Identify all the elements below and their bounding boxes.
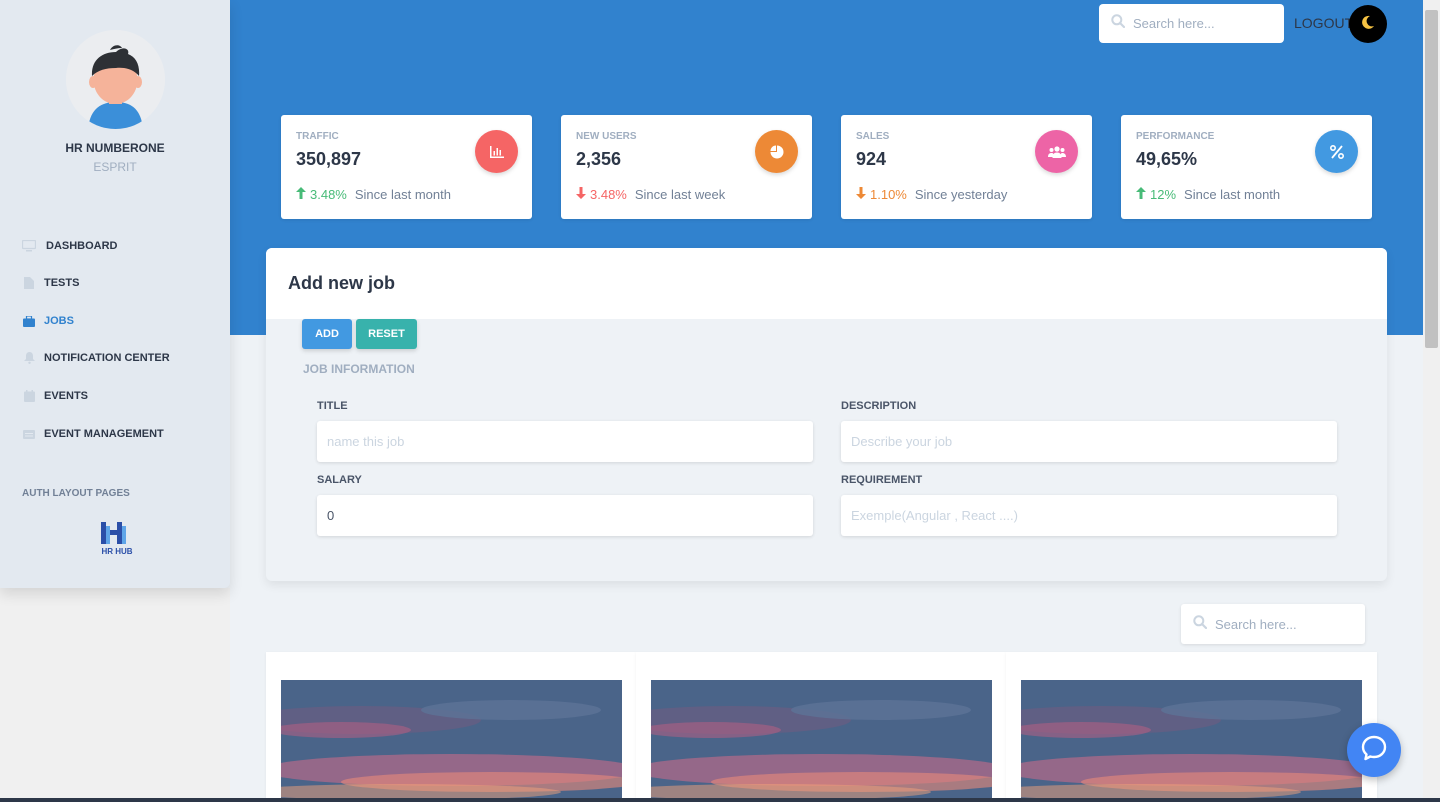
stat-label: NEW USERS <box>576 131 637 142</box>
stat-card-performance: PERFORMANCE 49,65% 12% Since last month <box>1121 115 1372 219</box>
add-job-form: Add new job ADD RESET JOB INFORMATION TI… <box>266 248 1387 581</box>
sidebar-item-dashboard[interactable]: DASHBOARD <box>22 239 118 253</box>
stat-label: TRAFFIC <box>296 131 339 142</box>
stat-since: Since last week <box>634 187 726 202</box>
salary-label: SALARY <box>317 474 362 486</box>
title-label: TITLE <box>317 400 348 412</box>
stat-card-sales: SALES 924 1.10% Since yesterday <box>841 115 1092 219</box>
stat-value: 49,65% <box>1136 149 1198 169</box>
description-input[interactable] <box>841 421 1337 462</box>
add-button[interactable]: ADD <box>302 319 352 349</box>
job-information-heading: JOB INFORMATION <box>303 362 415 376</box>
bell-icon <box>22 351 36 365</box>
moon-icon <box>1360 14 1376 35</box>
dark-mode-toggle[interactable] <box>1349 5 1387 43</box>
job-card[interactable] <box>266 652 637 802</box>
stat-change: 3.48% <box>590 187 627 202</box>
sidebar-item-events[interactable]: EVENTS <box>22 389 88 403</box>
stat-footer: 12% Since last month <box>1136 187 1280 202</box>
briefcase-icon <box>22 314 36 328</box>
stat-since: Since yesterday <box>914 187 1008 202</box>
arrow-down-icon <box>576 187 586 202</box>
sidebar-item-label: TESTS <box>44 277 80 289</box>
sidebar-item-notification-center[interactable]: NOTIFICATION CENTER <box>22 351 170 365</box>
sidebar-item-label: JOBS <box>44 315 74 327</box>
stat-value: 2,356 <box>576 149 622 169</box>
stat-footer: 3.48% Since last week <box>576 187 725 202</box>
job-card[interactable] <box>636 652 1007 802</box>
header-search-input[interactable] <box>1133 16 1263 31</box>
bottom-edge <box>0 798 1440 802</box>
requirement-input[interactable] <box>841 495 1337 536</box>
reset-button[interactable]: RESET <box>356 319 417 349</box>
sidebar-item-tests[interactable]: TESTS <box>22 276 79 290</box>
monitor-icon <box>22 239 36 253</box>
scrollbar-thumb[interactable] <box>1425 10 1438 348</box>
pie-chart-icon <box>755 130 798 173</box>
hr-hub-logo[interactable]: HR HUB <box>97 520 137 560</box>
stat-label: SALES <box>856 131 890 142</box>
search-icon <box>1111 14 1126 33</box>
file-icon <box>22 276 36 290</box>
stat-since: Since last month <box>1184 187 1281 202</box>
sidebar-item-label: NOTIFICATION CENTER <box>44 352 170 364</box>
arrow-up-icon <box>296 187 306 202</box>
stat-change: 12% <box>1150 187 1177 202</box>
sidebar-item-event-management[interactable]: EVENT MANAGEMENT <box>22 427 164 441</box>
user-organization: ESPRIT <box>93 160 137 174</box>
stat-change: 3.48% <box>310 187 347 202</box>
form-title: Add new job <box>288 273 395 293</box>
sidebar-item-jobs[interactable]: JOBS <box>22 314 74 328</box>
svg-text:HR HUB: HR HUB <box>101 547 132 556</box>
arrow-down-icon <box>856 187 866 202</box>
stat-label: PERFORMANCE <box>1136 131 1215 142</box>
stat-card-new-users: NEW USERS 2,356 3.48% Since last week <box>561 115 812 219</box>
avatar[interactable] <box>66 30 165 129</box>
bar-chart-icon <box>475 130 518 173</box>
list-icon <box>22 427 36 441</box>
job-card[interactable] <box>1006 652 1377 802</box>
chat-bubble-icon <box>1360 734 1388 767</box>
stat-value: 924 <box>856 149 887 169</box>
stat-since: Since last month <box>354 187 451 202</box>
job-list-search[interactable] <box>1181 604 1365 644</box>
form-header: Add new job <box>266 248 1387 319</box>
percent-icon <box>1315 130 1358 173</box>
user-name: HR NUMBERONE <box>65 141 165 155</box>
calendar-icon <box>22 389 36 403</box>
stat-footer: 3.48% Since last month <box>296 187 451 202</box>
sidebar: HR NUMBERONE ESPRIT DASHBOARD TESTS JOBS… <box>0 0 230 588</box>
auth-layout-pages-heading: AUTH LAYOUT PAGES <box>22 488 130 499</box>
sidebar-item-label: EVENT MANAGEMENT <box>44 428 164 440</box>
logout-button[interactable]: LOGOUT <box>1294 15 1353 31</box>
header-search[interactable] <box>1099 4 1284 43</box>
requirement-label: REQUIREMENT <box>841 474 923 486</box>
description-label: DESCRIPTION <box>841 400 917 412</box>
title-input[interactable] <box>317 421 813 462</box>
stat-card-traffic: TRAFFIC 350,897 3.48% Since last month <box>281 115 532 219</box>
sidebar-item-label: DASHBOARD <box>46 240 118 252</box>
salary-input[interactable] <box>317 495 813 536</box>
search-icon <box>1193 614 1208 634</box>
stat-change: 1.10% <box>870 187 907 202</box>
sidebar-item-label: EVENTS <box>44 390 89 402</box>
users-icon <box>1035 130 1078 173</box>
chat-button[interactable] <box>1347 723 1401 777</box>
job-list-search-input[interactable] <box>1215 616 1345 632</box>
job-card-image <box>1021 680 1362 802</box>
sidebar-footer-area <box>0 588 230 802</box>
page-scrollbar[interactable] <box>1423 0 1440 802</box>
arrow-up-icon <box>1136 187 1146 202</box>
job-card-image <box>651 680 992 802</box>
stat-value: 350,897 <box>296 149 362 169</box>
job-card-image <box>281 680 622 802</box>
stat-footer: 1.10% Since yesterday <box>856 187 1007 202</box>
